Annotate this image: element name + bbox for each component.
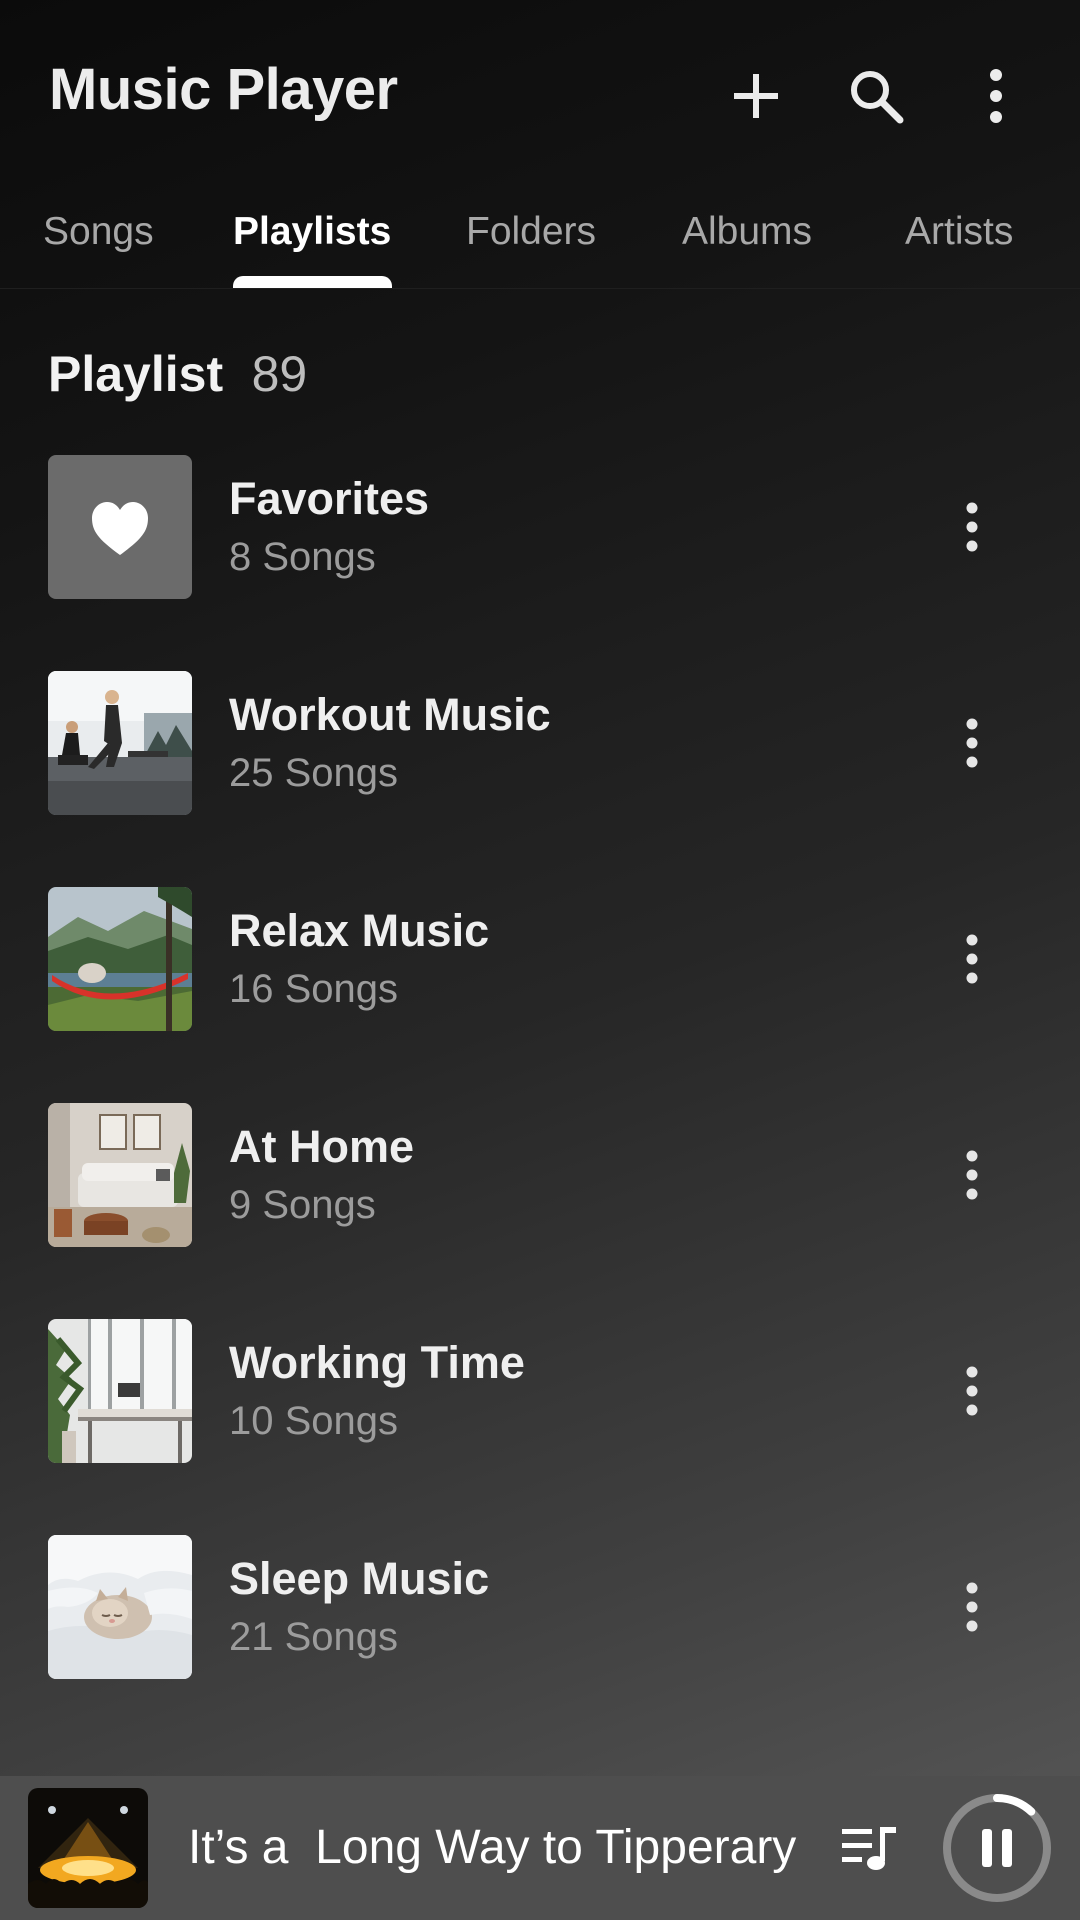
playlist-song-count: 25 Songs: [229, 751, 399, 795]
playlist-item-sleep-music[interactable]: Sleep Music 21 Songs: [0, 1535, 1080, 1679]
tab-songs[interactable]: Songs: [43, 210, 154, 254]
playlist-section-header: Playlist 89: [48, 345, 307, 403]
now-playing-bar[interactable]: It’s a Long Way to Tipperary: [0, 1776, 1080, 1920]
tab-folders[interactable]: Folders: [466, 210, 596, 254]
workout-photo: [48, 671, 192, 815]
living-room-photo: [48, 1103, 192, 1247]
playlist-item-workout-music[interactable]: Workout Music 25 Songs: [0, 671, 1080, 815]
tab-bar: Songs Playlists Folders Albums Artists: [0, 190, 1080, 289]
more-vertical-icon: [966, 934, 978, 984]
playlist-name: Favorites: [229, 473, 430, 524]
queue-music-icon: [842, 1827, 896, 1870]
playlist-name: Sleep Music: [229, 1553, 490, 1604]
playlist-name: Working Time: [229, 1337, 525, 1388]
search-icon: [851, 71, 904, 124]
search-button[interactable]: [836, 56, 916, 136]
sleeping-cat-photo: [48, 1535, 192, 1679]
playlist-more-button[interactable]: [942, 919, 1002, 999]
playlist-item-at-home[interactable]: At Home 9 Songs: [0, 1103, 1080, 1247]
more-vertical-icon: [966, 1150, 978, 1200]
playlist-thumbnail: [48, 1319, 192, 1463]
concert-photo: [28, 1788, 148, 1908]
playlist-item-relax-music[interactable]: Relax Music 16 Songs: [0, 887, 1080, 1031]
playlist-more-button[interactable]: [942, 1351, 1002, 1431]
playlist-song-count: 8 Songs: [229, 535, 376, 579]
playlist-more-button[interactable]: [942, 1135, 1002, 1215]
playlist-more-button[interactable]: [942, 487, 1002, 567]
add-playlist-button[interactable]: [716, 56, 796, 136]
playlist-thumbnail: [48, 455, 192, 599]
playlist-song-count: 9 Songs: [229, 1183, 376, 1227]
more-vertical-icon: [990, 69, 1002, 123]
office-desk-photo: [48, 1319, 192, 1463]
playlist-item-favorites[interactable]: Favorites 8 Songs: [0, 455, 1080, 599]
active-tab-indicator: [233, 276, 392, 288]
now-playing-artwork[interactable]: [28, 1788, 148, 1908]
heart-icon: [48, 455, 192, 599]
tab-playlists[interactable]: Playlists: [233, 210, 391, 254]
more-vertical-icon: [966, 1582, 978, 1632]
more-vertical-icon: [966, 502, 978, 552]
playlist-name: Workout Music: [229, 689, 551, 740]
playlist-song-count: 10 Songs: [229, 1399, 399, 1443]
playlist-thumbnail: [48, 887, 192, 1031]
queue-button[interactable]: [830, 1806, 910, 1890]
plus-icon: [734, 74, 778, 118]
section-title: Playlist: [48, 346, 224, 402]
app-header: Music Player: [0, 0, 1080, 190]
playlist-name: Relax Music: [229, 905, 490, 956]
now-playing-title[interactable]: It’s a Long Way to Tipperary: [188, 1820, 796, 1875]
playlist-more-button[interactable]: [942, 703, 1002, 783]
playlist-name: At Home: [229, 1121, 415, 1172]
hammock-landscape-photo: [48, 887, 192, 1031]
playlist-count: 89: [251, 346, 308, 402]
pause-icon: [943, 1794, 1051, 1902]
music-player-screen: Music Player Songs Playlists Folders Alb…: [0, 0, 1080, 1920]
more-vertical-icon: [966, 718, 978, 768]
playlist-song-count: 21 Songs: [229, 1615, 399, 1659]
playlist-thumbnail: [48, 1535, 192, 1679]
playlist-song-count: 16 Songs: [229, 967, 399, 1011]
tab-artists[interactable]: Artists: [905, 210, 1013, 254]
playlist-thumbnail: [48, 671, 192, 815]
overflow-menu-button[interactable]: [956, 56, 1036, 136]
playlist-thumbnail: [48, 1103, 192, 1247]
tab-albums[interactable]: Albums: [682, 210, 812, 254]
more-vertical-icon: [966, 1366, 978, 1416]
pause-button[interactable]: [940, 1791, 1054, 1905]
playlist-more-button[interactable]: [942, 1567, 1002, 1647]
app-title: Music Player: [49, 57, 398, 122]
playlist-item-working-time[interactable]: Working Time 10 Songs: [0, 1319, 1080, 1463]
